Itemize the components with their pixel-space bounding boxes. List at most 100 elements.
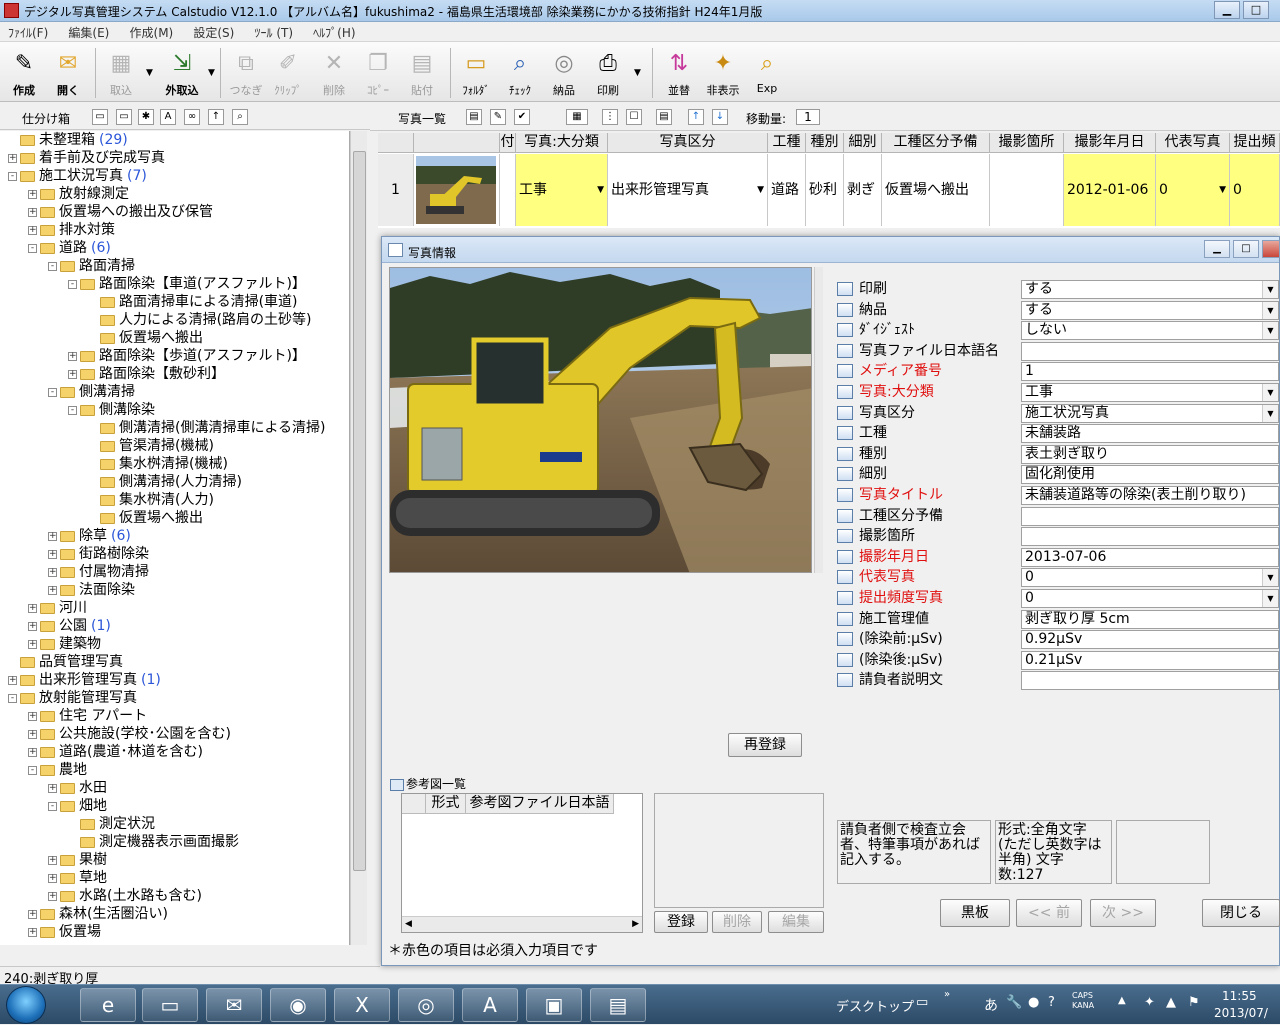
scrollbar-thumb[interactable] — [353, 151, 366, 871]
form-view-icon[interactable]: ▤ — [656, 109, 672, 125]
dropdown-arrow-icon[interactable]: ▼ — [1262, 404, 1278, 422]
grid-header[interactable]: 細別 — [844, 133, 882, 153]
register-button[interactable]: 登録 — [654, 911, 708, 933]
property-select[interactable]: しない ▼ — [1021, 321, 1279, 341]
tree-node[interactable]: 品質管理写真 — [8, 653, 123, 671]
desktop-toolbar-label[interactable]: デスクトップ — [836, 996, 914, 1015]
row-number[interactable]: 1 — [378, 154, 414, 226]
sort-button[interactable]: ⇅ 並替 — [655, 46, 703, 100]
expand-icon[interactable]: » — [944, 989, 950, 1000]
start-button[interactable] — [6, 986, 46, 1024]
external-import-dropdown-icon[interactable]: ▼ — [208, 68, 215, 78]
dropdown-arrow-icon[interactable]: ▼ — [1262, 301, 1278, 319]
tree-node[interactable]: + 付属物清掃 — [48, 563, 149, 581]
folder-button[interactable]: ▭ ﾌｫﾙﾀﾞ — [452, 46, 500, 100]
tree-node[interactable]: - 路面清掃 — [48, 257, 135, 275]
property-input[interactable] — [1021, 527, 1279, 547]
tree-node[interactable]: - 側溝除染 — [68, 401, 155, 419]
tree-node[interactable]: 側溝清掃(側溝清掃車による清掃) — [88, 419, 326, 437]
dialog-maximize-button[interactable]: □ — [1233, 240, 1259, 258]
expand-icon[interactable]: + — [68, 369, 77, 379]
ime-icon[interactable]: あ — [984, 995, 998, 1015]
expand-icon[interactable]: + — [28, 207, 37, 217]
tree-node[interactable]: - 放射能管理写真 — [8, 689, 137, 707]
calstudio-icon[interactable]: ▤ — [590, 988, 646, 1022]
edit-ref-button[interactable]: 編集 — [768, 911, 824, 933]
tree-node[interactable]: + 道路(農道･林道を含む) — [28, 743, 203, 761]
tree-node[interactable]: + 河川 — [28, 599, 87, 617]
grid-header[interactable]: 種別 — [806, 133, 844, 153]
tree-node[interactable]: - 路面除染【車道(アスファルト)】 — [68, 275, 306, 293]
wrench-icon[interactable]: 🔧 — [1006, 995, 1022, 1010]
folder-up-icon[interactable]: ↑ — [208, 109, 224, 125]
collapse-icon[interactable]: - — [48, 387, 57, 397]
tree-node[interactable]: 側溝清掃(人力清掃) — [88, 473, 242, 491]
ime-pad-icon[interactable]: ● — [1028, 995, 1039, 1010]
expand-icon[interactable]: + — [28, 189, 37, 199]
blackboard-button[interactable]: 黒板 — [940, 899, 1010, 927]
grid-header[interactable]: 撮影箇所 — [990, 133, 1064, 153]
grid-header[interactable]: 工種 — [768, 133, 806, 153]
grid-header[interactable]: 工種区分予備 — [882, 133, 990, 153]
flag-icon[interactable]: ⚑ — [1188, 995, 1200, 1010]
hide-button[interactable]: ✦ 非表示 — [699, 46, 747, 100]
check-icon[interactable]: ✔ — [514, 109, 530, 125]
property-input[interactable]: 固化剤使用 — [1021, 465, 1279, 485]
print-dropdown-icon[interactable]: ▼ — [634, 68, 641, 78]
import-dropdown-icon[interactable]: ▼ — [146, 68, 153, 78]
tree-node[interactable]: + 着手前及び完成写真 — [8, 149, 165, 167]
property-input[interactable]: 2013-07-06 — [1021, 547, 1279, 567]
tree-node[interactable]: + 法面除染 — [48, 581, 135, 599]
expand-icon[interactable]: + — [48, 855, 57, 865]
network-icon[interactable]: ▣ — [526, 988, 582, 1022]
menu-create[interactable]: 作成(M) — [122, 22, 182, 41]
arrow-down-icon[interactable]: ↓ — [712, 109, 728, 125]
tree-node[interactable]: + 仮置場 — [28, 923, 101, 941]
detail-view-icon[interactable]: ⋮ — [602, 109, 618, 125]
grid-header[interactable]: 写真:大分類 — [516, 133, 608, 153]
expand-icon[interactable]: + — [28, 639, 37, 649]
dialog-minimize-button[interactable]: ▁ — [1204, 240, 1230, 258]
row-thumbnail[interactable] — [414, 154, 500, 226]
tree-node[interactable]: + 放射線測定 — [28, 185, 129, 203]
acrobat-icon[interactable]: A — [462, 988, 518, 1022]
tree-scrollbar[interactable] — [350, 131, 367, 945]
folder-star-icon[interactable]: ✱ — [138, 109, 154, 125]
expand-icon[interactable]: + — [48, 585, 57, 595]
expand-icon[interactable]: + — [28, 225, 37, 235]
tree-node[interactable]: + 公共施設(学校･公園を含む) — [28, 725, 231, 743]
export-button[interactable]: ⌕ Exp — [743, 46, 791, 100]
tree-node[interactable]: - 道路 (6) — [28, 239, 111, 257]
row-yobi[interactable]: 仮置場へ搬出 — [882, 154, 990, 226]
dropdown-arrow-icon[interactable]: ▼ — [1262, 384, 1278, 401]
expand-icon[interactable]: + — [8, 153, 17, 163]
disc-app-icon[interactable]: ◎ — [398, 988, 454, 1022]
property-input[interactable]: 1 — [1021, 362, 1279, 382]
check-button[interactable]: ⌕ ﾁｪｯｸ — [496, 46, 544, 100]
tree-node[interactable]: - 施工状況写真 (7) — [8, 167, 147, 185]
row-kousyu[interactable]: 道路 — [768, 154, 806, 226]
property-select[interactable]: 0 ▼ — [1021, 568, 1279, 588]
tree-node[interactable]: 測定状況 — [68, 815, 155, 833]
explorer-icon[interactable]: ▭ — [142, 988, 198, 1022]
property-input[interactable]: 表土剥ぎ取り — [1021, 444, 1279, 464]
tree-node[interactable]: + 草地 — [48, 869, 107, 887]
ie-icon[interactable]: e — [80, 988, 136, 1022]
maximize-button[interactable]: □ — [1243, 1, 1269, 19]
collapse-icon[interactable]: - — [8, 693, 17, 703]
row-shubetsu[interactable]: 砂利 — [806, 154, 844, 226]
expand-icon[interactable]: + — [48, 531, 57, 541]
grid-header[interactable]: 撮影年月日 — [1064, 133, 1156, 153]
collapse-icon[interactable]: - — [48, 261, 57, 271]
expand-icon[interactable]: + — [28, 909, 37, 919]
ref-grid-header[interactable]: 参考図ファイル日本語 — [466, 794, 614, 814]
show-hidden-icons[interactable]: ▲ — [1118, 995, 1126, 1006]
row-rep[interactable]: 0 ▼ — [1156, 154, 1230, 226]
property-input[interactable]: 未舗装道路等の除染(表土削り取り) — [1021, 486, 1279, 505]
expand-icon[interactable]: + — [48, 873, 57, 883]
reregister-button[interactable]: 再登録 — [728, 733, 802, 757]
row-date[interactable]: 2012-01-06 — [1064, 154, 1156, 226]
clock-time[interactable]: 11:55 — [1222, 989, 1257, 1003]
expand-icon[interactable]: + — [48, 549, 57, 559]
expand-icon[interactable]: + — [28, 927, 37, 937]
